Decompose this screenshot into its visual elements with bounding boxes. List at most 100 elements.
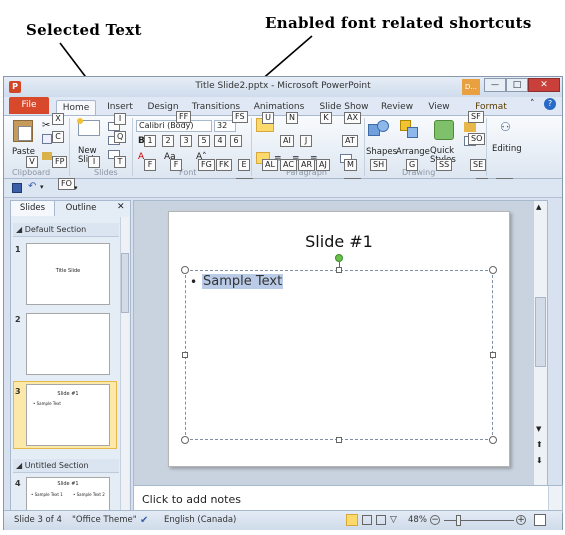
tab-view[interactable]: View — [424, 100, 454, 115]
slide-thumbnail-1[interactable]: Title Slide — [26, 243, 110, 305]
editor-scrollbar[interactable]: ▲ ▼ ⬆ ⬇ — [533, 201, 547, 485]
zoom-slider-track[interactable] — [444, 520, 514, 521]
paste-icon[interactable] — [13, 120, 33, 142]
keytip-ai: AI — [280, 135, 294, 147]
help-icon[interactable]: ? — [544, 98, 556, 110]
thumb-4-bullet-right: • Sample Text 2 — [73, 492, 105, 497]
keytip-3: 3 — [180, 135, 192, 147]
keytip-4: 4 — [214, 135, 226, 147]
tab-slides[interactable]: Slides — [11, 201, 55, 216]
thumb-4-bullet-left: • Sample Text 1 — [31, 492, 63, 497]
close-button[interactable]: ✕ — [528, 78, 560, 92]
keytip-m: M — [344, 159, 357, 171]
editing-button[interactable]: Editing — [492, 144, 522, 154]
keytip-ar: AR — [298, 159, 316, 171]
scroll-up-icon[interactable]: ▲ — [536, 203, 541, 211]
drawing-tools-tab[interactable]: D... — [462, 79, 480, 95]
keytip-6: 6 — [230, 135, 242, 147]
slide-sorter-icon[interactable] — [362, 515, 372, 525]
shapes-icon[interactable] — [368, 120, 390, 140]
keytip-ff: FF — [176, 111, 192, 123]
next-slide-icon[interactable]: ⬇ — [536, 457, 543, 465]
quick-access-toolbar: ↶ ▾ FO ▾ — [4, 178, 562, 198]
arrange-button[interactable]: Arrange — [396, 147, 430, 157]
resize-handle-bottom[interactable] — [336, 437, 342, 443]
slideshow-view-icon[interactable]: ▽ — [390, 515, 397, 525]
reading-view-icon[interactable] — [376, 515, 386, 525]
section-collapse-icon[interactable]: ◢ — [16, 225, 25, 234]
keytip-k: K — [320, 112, 332, 124]
format-painter-icon[interactable] — [42, 152, 52, 160]
fit-to-window-icon[interactable] — [534, 514, 546, 526]
tab-outline[interactable]: Outline — [59, 201, 103, 216]
content-placeholder[interactable]: • Sample Text — [185, 270, 493, 440]
customize-qat-icon[interactable]: ▾ — [74, 184, 78, 192]
keytip-ff2: F — [144, 159, 156, 171]
keytip-t: T — [114, 156, 126, 168]
keytip-aj: AJ — [316, 159, 330, 171]
title-bar: P Title Slide2.pptx - Microsoft PowerPoi… — [4, 77, 562, 97]
rotate-handle-stem — [339, 262, 340, 268]
keytip-ss: SS — [436, 159, 453, 171]
shapes-button[interactable]: Shapes — [366, 147, 397, 157]
cut-icon[interactable]: ✂ — [42, 120, 50, 131]
resize-handle-tr[interactable] — [489, 266, 497, 274]
keytip-ax: AX — [344, 112, 361, 124]
keytip-q: Q — [114, 131, 127, 143]
minimize-button[interactable]: — — [484, 78, 506, 92]
section-default[interactable]: ◢ Default Section — [13, 223, 119, 237]
normal-view-icon[interactable] — [346, 514, 358, 526]
slide-thumbnail-2[interactable] — [26, 313, 110, 375]
keytip-5: 5 — [198, 135, 210, 147]
keytip-sf: SF — [468, 111, 484, 123]
powerpoint-window: P Title Slide2.pptx - Microsoft PowerPoi… — [3, 76, 563, 530]
zoom-level[interactable]: 48% — [408, 515, 427, 525]
thumb-1-title: Title Slide — [55, 268, 81, 274]
resize-handle-right[interactable] — [490, 352, 496, 358]
slide-thumbnail-3[interactable]: Slide #1 • Sample Text — [26, 384, 110, 446]
zoom-in-icon[interactable]: + — [516, 515, 526, 525]
keytip-ac: AC — [280, 159, 297, 171]
selected-sample-text[interactable]: Sample Text — [202, 274, 284, 289]
notes-pane[interactable]: Click to add notes — [133, 485, 563, 513]
keytip-1: 1 — [144, 135, 156, 147]
previous-slide-icon[interactable]: ⬆ — [536, 441, 543, 449]
slide-editor: Slide #1 • Sample Text ▲ ▼ ⬆ ⬇ — [133, 200, 548, 486]
minimize-ribbon-icon[interactable]: ˄ — [530, 99, 535, 109]
language[interactable]: English (Canada) — [164, 515, 236, 525]
maximize-button[interactable]: □ — [506, 78, 528, 92]
notes-placeholder[interactable]: Click to add notes — [142, 493, 241, 506]
slide-canvas[interactable]: Slide #1 • Sample Text — [168, 211, 510, 467]
arrange-icon[interactable] — [400, 120, 420, 140]
resize-handle-left[interactable] — [182, 352, 188, 358]
scroll-down-icon[interactable]: ▼ — [536, 425, 541, 433]
binoculars-icon[interactable]: ⚇ — [500, 120, 511, 134]
slide-title[interactable]: Slide #1 — [169, 232, 509, 251]
tab-review[interactable]: Review — [378, 100, 416, 115]
rotate-handle[interactable] — [335, 254, 343, 262]
zoom-out-icon[interactable]: − — [430, 515, 440, 525]
slide-thumbnail-4[interactable]: Slide #1 • Sample Text 1 • Sample Text 2 — [26, 477, 110, 511]
shape-fill-icon[interactable] — [464, 122, 476, 132]
resize-handle-bl[interactable] — [181, 436, 189, 444]
font-name-box[interactable]: Calibri (Body) — [136, 120, 212, 132]
new-slide-icon[interactable] — [77, 118, 100, 136]
notes-scrollbar[interactable] — [548, 486, 562, 512]
resize-handle-tl[interactable] — [181, 266, 189, 274]
save-icon[interactable] — [12, 183, 22, 193]
zoom-slider-thumb[interactable] — [456, 515, 461, 526]
close-pane-button[interactable]: ✕ — [117, 202, 125, 212]
slide-position: Slide 3 of 4 — [14, 515, 62, 525]
section-collapse-icon-2[interactable]: ◢ — [16, 461, 25, 470]
pane-scrollbar[interactable] — [120, 217, 129, 511]
undo-dropdown-icon[interactable]: ▾ — [40, 183, 44, 191]
keytip-n: N — [286, 112, 298, 124]
tab-file[interactable]: File — [9, 97, 49, 114]
section-untitled[interactable]: ◢ Untitled Section — [13, 459, 119, 473]
scroll-thumb[interactable] — [535, 297, 546, 367]
quick-styles-icon[interactable] — [434, 120, 454, 140]
spell-check-icon[interactable]: ✔ — [140, 515, 148, 526]
undo-icon[interactable]: ↶ — [28, 181, 36, 192]
copy-icon[interactable] — [42, 134, 52, 144]
resize-handle-br[interactable] — [489, 436, 497, 444]
